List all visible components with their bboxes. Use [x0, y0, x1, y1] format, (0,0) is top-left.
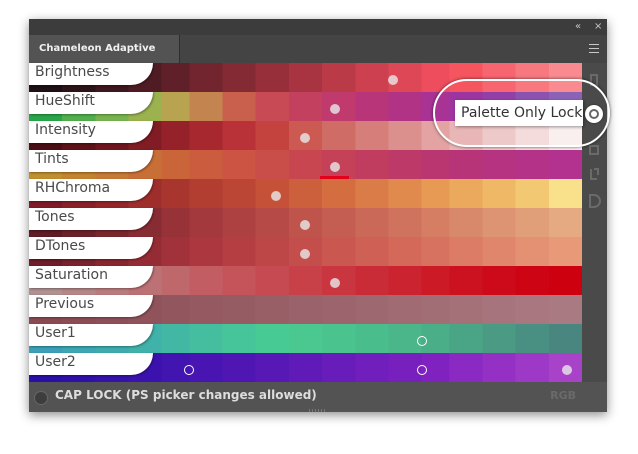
- palette-row: Tones: [29, 208, 582, 237]
- palette-row-label[interactable]: Brightness: [29, 63, 153, 85]
- palette-row: DTones: [29, 237, 582, 266]
- d-mode-icon[interactable]: [587, 194, 601, 208]
- palette-mode-icon[interactable]: [587, 143, 601, 157]
- resize-grip[interactable]: [309, 409, 327, 412]
- palette-row: Previous: [29, 295, 582, 324]
- palette-row: User2: [29, 353, 582, 382]
- palette-only-lock-button[interactable]: [585, 105, 603, 123]
- palette-marker[interactable]: [329, 104, 340, 114]
- palette-row-label[interactable]: Previous: [29, 295, 153, 317]
- panel-footer: CAP LOCK (PS picker changes allowed) RGB: [29, 382, 607, 412]
- panel-title-tab[interactable]: Chameleon Adaptive Palette: [29, 35, 180, 82]
- cap-lock-toggle[interactable]: [34, 391, 48, 405]
- palette-row: Tints: [29, 150, 582, 179]
- chameleon-panel: « × Chameleon Adaptive Palette Brightnes…: [29, 19, 607, 412]
- bracket-icon[interactable]: [587, 167, 601, 181]
- palette-row: RHChroma: [29, 179, 582, 208]
- palette-row: User1: [29, 324, 582, 353]
- palette-marker[interactable]: [416, 365, 427, 375]
- palette-only-lock-label: Palette Only Lock: [455, 100, 583, 126]
- palette-marker[interactable]: [416, 336, 427, 346]
- cap-lock-label: CAP LOCK (PS picker changes allowed): [55, 388, 317, 402]
- palette-row-label[interactable]: HueShift: [29, 92, 153, 114]
- palette-row-label[interactable]: Saturation: [29, 266, 153, 288]
- palette-row: Saturation: [29, 266, 582, 295]
- palette-marker[interactable]: [38, 365, 49, 375]
- panel-menu-icon[interactable]: [589, 44, 599, 53]
- palette-marker[interactable]: [38, 336, 49, 346]
- palette-row-label[interactable]: Tints: [29, 150, 153, 172]
- panel-tab-bar: Chameleon Adaptive Palette: [29, 35, 607, 82]
- palette-marker[interactable]: [329, 278, 340, 288]
- rgb-mode-label[interactable]: RGB: [550, 389, 576, 402]
- collapse-icon[interactable]: «: [575, 20, 581, 34]
- palette-marker[interactable]: [184, 365, 195, 375]
- palette-row-label[interactable]: Tones: [29, 208, 153, 230]
- palette-row-label[interactable]: Intensity: [29, 121, 153, 143]
- palette-marker[interactable]: [387, 75, 398, 85]
- palette-row-label[interactable]: DTones: [29, 237, 153, 259]
- close-icon[interactable]: ×: [594, 20, 602, 34]
- palette-marker[interactable]: [329, 162, 340, 172]
- panel-top-bar: « ×: [29, 19, 607, 35]
- palette-row-label[interactable]: RHChroma: [29, 179, 153, 201]
